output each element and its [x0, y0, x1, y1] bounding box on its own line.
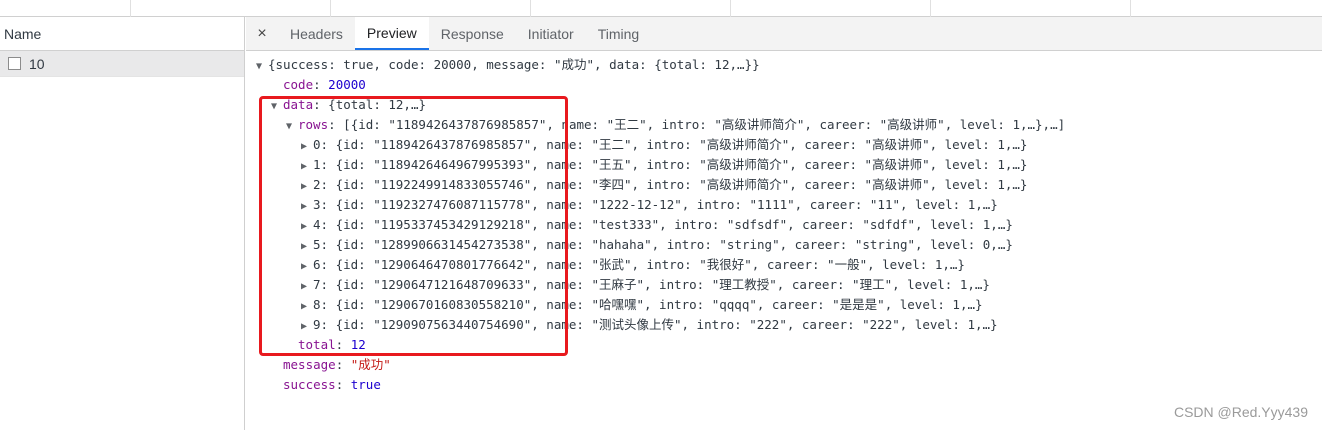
strip-divider — [530, 0, 531, 17]
request-list-panel: Name 10 — [0, 17, 245, 430]
expanded-triangle-icon[interactable]: ▼ — [256, 57, 268, 77]
code-key: code — [283, 77, 314, 92]
tab-preview[interactable]: Preview — [354, 17, 429, 50]
top-strip — [0, 0, 1322, 17]
strip-divider — [730, 0, 731, 17]
tree-node-code: code: 20000 — [283, 77, 366, 92]
strip-divider — [1130, 0, 1131, 17]
root-summary: {success: true, code: 20000, message: "成… — [268, 57, 760, 72]
strip-divider — [130, 0, 131, 17]
request-file-icon — [8, 57, 21, 70]
message-key: message — [283, 357, 336, 372]
tab-headers[interactable]: Headers — [278, 17, 355, 50]
strip-divider — [330, 0, 331, 17]
message-value: "成功" — [350, 357, 391, 372]
tab-timing[interactable]: Timing — [586, 17, 652, 50]
code-value: 20000 — [328, 77, 366, 92]
name-column-header[interactable]: Name — [0, 17, 244, 51]
success-value: true — [350, 377, 381, 392]
tab-initiator[interactable]: Initiator — [516, 17, 586, 50]
highlight-annotation-box — [259, 96, 568, 356]
tab-response[interactable]: Response — [429, 17, 516, 50]
request-name: 10 — [29, 55, 45, 72]
request-row[interactable]: 10 — [0, 51, 244, 77]
tree-root-node[interactable]: ▼ {success: true, code: 20000, message: "… — [246, 55, 1322, 75]
details-tab-bar: × Headers Preview Response Initiator Tim… — [246, 17, 1322, 51]
strip-divider — [930, 0, 931, 17]
close-icon[interactable]: × — [246, 17, 278, 50]
success-key: success — [283, 377, 336, 392]
watermark: CSDN @Red.Yyy439 — [1173, 404, 1308, 420]
tree-node-message: message: "成功" — [283, 357, 391, 372]
tree-node-success: success: true — [283, 377, 381, 392]
